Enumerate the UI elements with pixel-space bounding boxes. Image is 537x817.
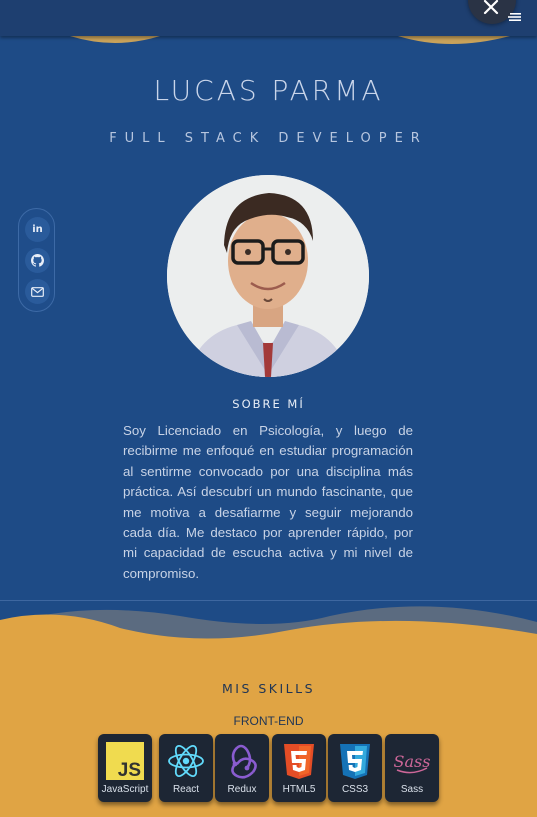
skill-label: JavaScript [101,784,149,795]
profile-name: LUCAS PARMA [153,74,384,107]
skill-card-react[interactable]: React [159,734,213,802]
mail-icon [31,286,44,297]
mail-link[interactable] [25,279,50,304]
skill-card-sass[interactable]: Sass Sass [385,734,439,802]
sass-icon: Sass [394,752,431,774]
skill-card-redux[interactable]: Redux [215,734,269,802]
social-links-panel: in [18,208,55,312]
github-icon [31,254,44,267]
skill-card-css3[interactable]: CSS3 [328,734,382,802]
skills-title: MIS SKILLS [221,681,316,696]
profile-photo [167,175,369,377]
skill-label: HTML5 [282,784,316,795]
html5-icon [284,744,314,779]
skill-card-html5[interactable]: HTML5 [272,734,326,802]
menu-icon[interactable] [508,12,522,22]
linkedin-link[interactable]: in [25,217,50,242]
profile-role: FULL STACK DEVELOPER [109,131,428,146]
skills-category-frontend: FRONT-END [233,714,304,728]
skill-label: Sass [400,784,424,795]
svg-text:Sass: Sass [394,752,431,771]
redux-icon [231,744,257,779]
skill-label: Redux [227,784,257,795]
linkedin-icon: in [32,224,43,235]
skills-list: JS JavaScript React Redux HTML5 CSS3 Sas… [98,734,440,804]
skill-card-javascript[interactable]: JS JavaScript [98,734,152,802]
css3-icon [340,744,370,779]
react-icon [168,745,204,777]
close-icon [483,0,499,15]
about-paragraph: Soy Licenciado en Psicología, y luego de… [123,423,413,581]
github-link[interactable] [25,248,50,273]
about-title: SOBRE MÍ [232,397,305,411]
top-navbar [0,0,537,36]
javascript-icon: JS [106,742,144,780]
svg-text:JS: JS [118,760,141,780]
section-divider [0,600,537,601]
skill-label: React [172,784,200,795]
skill-label: CSS3 [341,784,369,795]
